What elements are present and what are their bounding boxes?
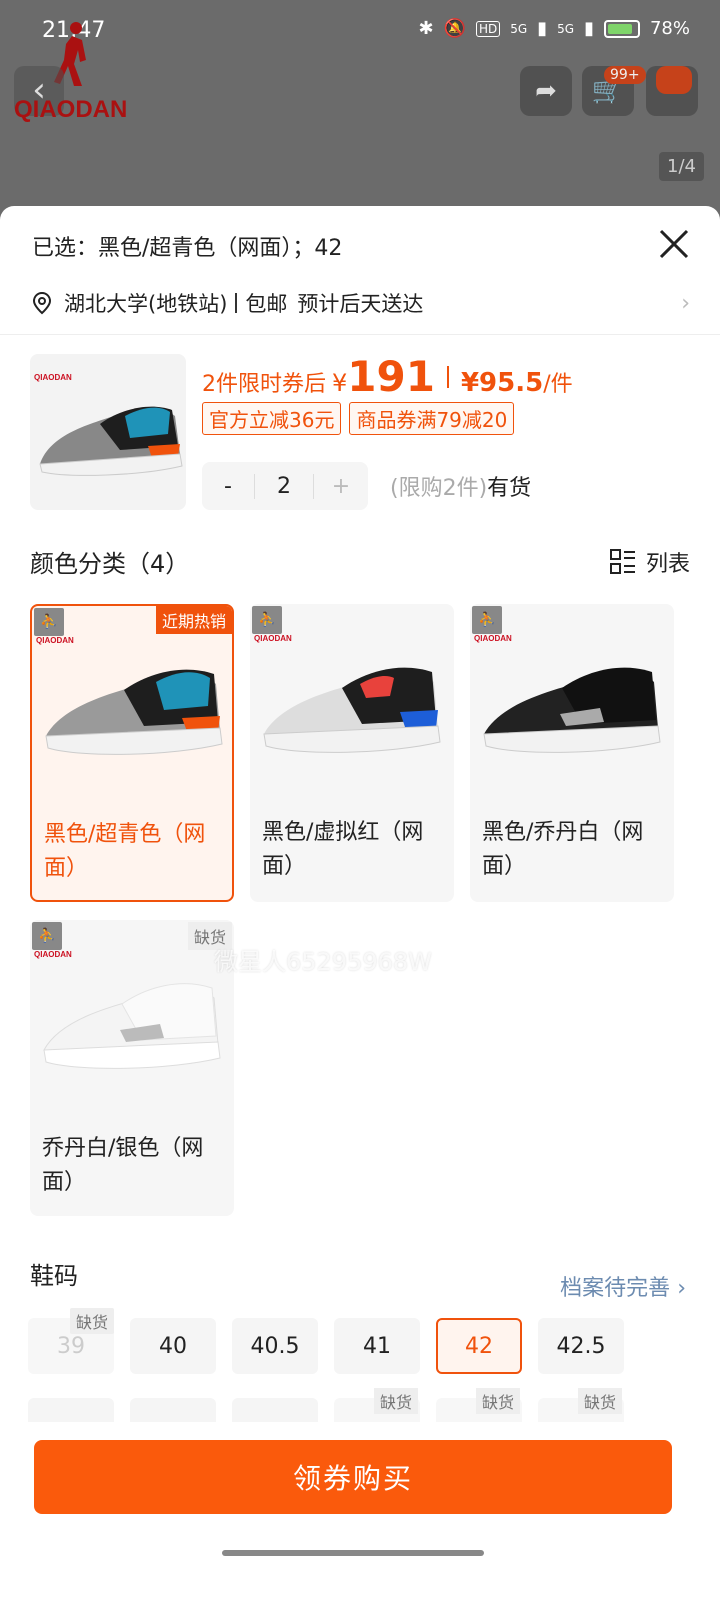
signal-1: 5G <box>510 21 528 36</box>
coupon-official: 官方立减36元 <box>202 402 342 435</box>
status-bar: 21:47 ✱ 🔕 HD 5G ▮ 5G ▮ 78% <box>0 0 720 64</box>
shoe-image <box>45 669 223 755</box>
address-separator <box>235 293 238 313</box>
color-option-label: 黑色/虚拟红（网面） <box>262 820 424 879</box>
unit-suffix: /件 <box>543 372 573 397</box>
brand-logo-text: QIAODAN <box>14 96 128 123</box>
coupon-row: 官方立减36元 商品券满79减20 <box>202 402 515 435</box>
cart-badge: 99+ <box>604 66 646 84</box>
size-option[interactable] <box>130 1398 216 1422</box>
color-option-black-red[interactable]: ⛹ QIAODAN 黑色/虚拟红（网面） <box>250 604 454 902</box>
increase-button[interactable]: + <box>314 474 368 499</box>
status-icons: ✱ 🔕 HD 5G ▮ 5G ▮ 78% <box>419 18 690 39</box>
signal-icon: ▮ <box>537 18 548 39</box>
color-option-image: ⛹ QIAODAN 缺货 <box>30 920 234 1120</box>
color-option-black-white[interactable]: ⛹ QIAODAN 黑色/乔丹白（网面） <box>470 604 674 902</box>
unit-price: ¥95.5 <box>460 368 544 398</box>
sku-selector-sheet: 已选：黑色/超青色（网面）；42 湖北大学(地铁站) 包邮 预计后天送达 › Q… <box>0 206 720 1600</box>
signal-2: 5G <box>557 21 575 36</box>
out-of-stock-tag: 缺货 <box>69 1308 114 1334</box>
size-option[interactable] <box>28 1398 114 1422</box>
product-page-background: 21:47 ✱ 🔕 HD 5G ▮ 5G ▮ 78% ‹ QIAODAN ➦ 🛒… <box>0 0 720 240</box>
battery-percent: 78% <box>649 18 690 39</box>
claim-coupon-buy-button[interactable]: 领券购买 <box>34 1440 672 1514</box>
purchase-limit: (限购2件) <box>390 476 488 501</box>
size-section-title: 鞋码 <box>30 1262 78 1290</box>
watermark-text: 微星人65295968W <box>214 948 432 976</box>
size-profile-link[interactable]: 档案待完善 › <box>560 1270 686 1302</box>
out-of-stock-tag: 缺货 <box>476 1388 521 1414</box>
list-view-icon <box>609 549 635 574</box>
size-option-42[interactable]: 42 <box>436 1318 522 1374</box>
out-of-stock-tag: 缺货 <box>374 1388 419 1414</box>
size-label: 42 <box>465 1333 493 1359</box>
price-prefix: 2件限时券后 <box>202 372 326 397</box>
shipping-text: 包邮 <box>245 292 288 316</box>
chat-badge <box>656 66 692 94</box>
size-option-42-5[interactable]: 42.5 <box>538 1318 624 1374</box>
delivery-estimate: 预计后天送达 <box>297 292 424 316</box>
size-label: 40.5 <box>250 1333 300 1359</box>
shoe-image: QIAODAN <box>34 373 183 476</box>
selected-summary: 已选：黑色/超青色（网面）；42 <box>32 236 343 261</box>
bluetooth-icon: ✱ <box>418 18 434 39</box>
size-option-41[interactable]: 41 <box>334 1318 420 1374</box>
color-option-black-cyan[interactable]: ⛹ QIAODAN 近期热销 黑色/超青色（网面） <box>30 604 234 902</box>
share-button[interactable]: ➦ <box>520 66 572 116</box>
hd-icon: HD <box>476 20 501 37</box>
list-view-label: 列表 <box>645 552 690 577</box>
mute-icon: 🔕 <box>443 18 467 39</box>
size-label: 41 <box>363 1333 391 1359</box>
quantity-stepper: - 2 + <box>202 462 368 510</box>
product-thumbnail[interactable]: QIAODAN <box>30 354 186 510</box>
color-option-label: 黑色/超青色（网面） <box>44 822 206 881</box>
chevron-right-icon: › <box>681 290 690 316</box>
color-option-label: 乔丹白/银色（网面） <box>42 1136 204 1195</box>
size-option-39[interactable]: 39 缺货 <box>28 1308 114 1374</box>
color-option-white-silver[interactable]: ⛹ QIAODAN 缺货 乔丹白/银色（网面） <box>30 920 234 1216</box>
color-section-title: 颜色分类（4） <box>30 550 190 578</box>
chevron-right-icon: › <box>677 1276 686 1301</box>
divider <box>0 334 720 335</box>
price-line: 2件限时券后 ¥ 191 ¥95.5 /件 <box>202 352 573 401</box>
color-option-image: ⛹ QIAODAN 近期热销 <box>32 606 232 806</box>
size-label: 42.5 <box>556 1333 606 1359</box>
delivery-address-row[interactable]: 湖北大学(地铁站) 包邮 预计后天送达 › <box>30 286 690 320</box>
list-view-toggle[interactable]: 列表 <box>609 546 690 578</box>
quantity-value[interactable]: 2 <box>254 473 314 499</box>
size-label: 39 <box>57 1333 85 1359</box>
close-icon <box>659 229 689 259</box>
shoe-image <box>263 667 441 753</box>
currency-symbol: ¥ <box>332 369 348 397</box>
size-label: 40 <box>159 1333 187 1359</box>
image-pager: 1/4 <box>659 152 704 181</box>
size-profile-label: 档案待完善 <box>560 1276 671 1301</box>
in-stock-label: 有货 <box>487 476 532 501</box>
coupon-product: 商品券满79减20 <box>349 402 515 435</box>
address-location: 湖北大学(地铁站) <box>64 292 228 316</box>
stock-status: (限购2件)有货 <box>390 470 531 502</box>
size-option-40[interactable]: 40 <box>130 1318 216 1374</box>
color-option-image: ⛹ QIAODAN <box>250 604 454 804</box>
shoe-image <box>483 667 661 753</box>
color-option-image: ⛹ QIAODAN <box>470 604 674 804</box>
location-pin-icon <box>32 291 52 315</box>
signal-icon-2: ▮ <box>584 18 594 39</box>
home-indicator[interactable] <box>222 1550 484 1556</box>
price-separator <box>446 365 449 388</box>
size-option[interactable] <box>232 1398 318 1422</box>
size-option-40-5[interactable]: 40.5 <box>232 1318 318 1374</box>
share-icon: ➦ <box>535 76 557 106</box>
out-of-stock-tag: 缺货 <box>578 1388 623 1414</box>
battery-icon <box>603 19 640 38</box>
final-price: 191 <box>347 352 435 401</box>
hot-sale-tag: 近期热销 <box>155 606 232 634</box>
decrease-button[interactable]: - <box>202 474 254 499</box>
close-button[interactable] <box>654 224 694 264</box>
color-option-label: 黑色/乔丹白（网面） <box>482 820 644 879</box>
shoe-image <box>43 983 221 1069</box>
svg-text:QIAODAN: QIAODAN <box>34 373 72 382</box>
